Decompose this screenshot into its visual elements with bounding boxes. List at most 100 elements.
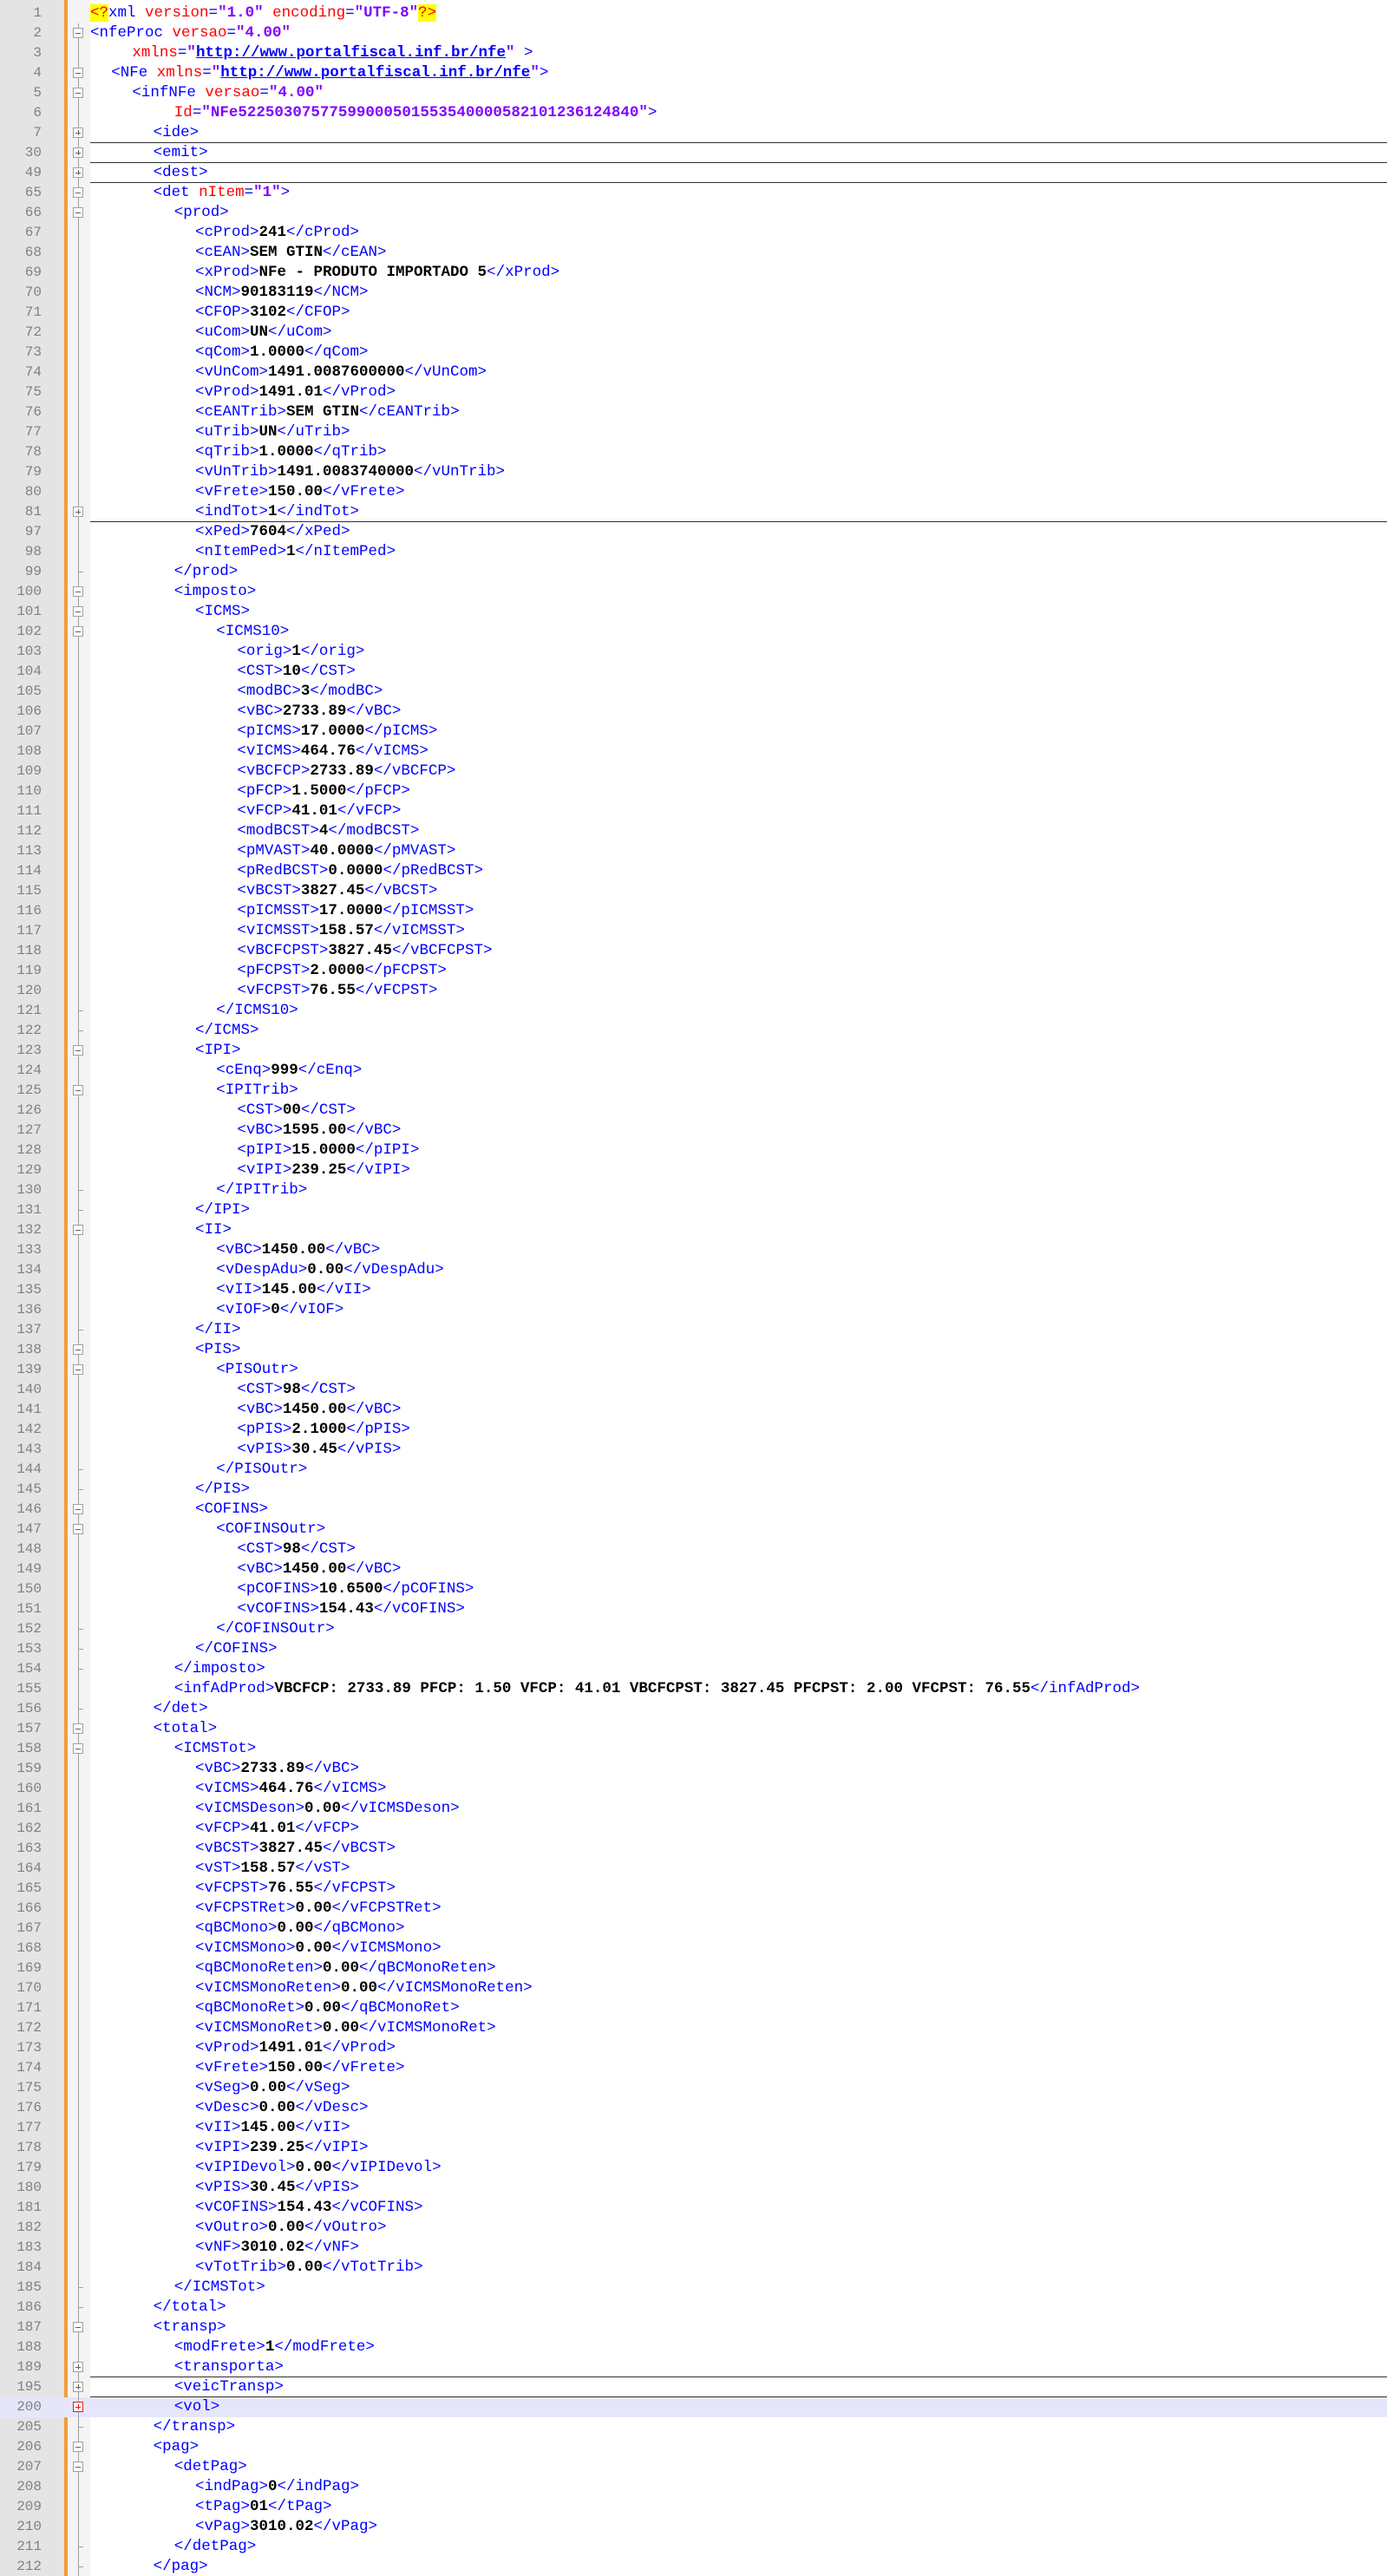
code-line[interactable]: 156 </det> — [0, 1699, 1387, 1719]
code-line[interactable]: 170 <vICMSMonoReten>0.00</vICMSMonoReten> — [0, 1978, 1387, 1998]
code-line[interactable]: 172 <vICMSMonoRet>0.00</vICMSMonoRet> — [0, 2018, 1387, 2038]
code-line[interactable]: 80 <vFrete>150.00</vFrete> — [0, 482, 1387, 502]
code-line[interactable]: 137 </II> — [0, 1320, 1387, 1340]
code-line[interactable]: 207 <detPag> — [0, 2457, 1387, 2477]
code-line[interactable]: 97 <xPed>7604</xPed> — [0, 522, 1387, 542]
code-line[interactable]: 104 <CST>10</CST> — [0, 662, 1387, 682]
code-line[interactable]: 81 <indTot>1</indTot> — [0, 502, 1387, 522]
code-line[interactable]: 2 <nfeProc versao="4.00" — [0, 23, 1387, 43]
code-line[interactable]: 115 <vBCST>3827.45</vBCST> — [0, 881, 1387, 901]
code-line[interactable]: 66 <prod> — [0, 203, 1387, 223]
code-line[interactable]: 163 <vBCST>3827.45</vBCST> — [0, 1839, 1387, 1859]
code-line[interactable]: 210 <vPag>3010.02</vPag> — [0, 2517, 1387, 2537]
code-line[interactable]: 200 <vol> — [0, 2397, 1387, 2417]
code-line[interactable]: 142 <pPIS>2.1000</pPIS> — [0, 1420, 1387, 1440]
code-line[interactable]: 160 <vICMS>464.76</vICMS> — [0, 1779, 1387, 1799]
code-line[interactable]: 175 <vSeg>0.00</vSeg> — [0, 2078, 1387, 2098]
code-line[interactable]: 178 <vIPI>239.25</vIPI> — [0, 2138, 1387, 2158]
code-line[interactable]: 166 <vFCPSTRet>0.00</vFCPSTRet> — [0, 1899, 1387, 1919]
code-line[interactable]: 119 <pFCPST>2.0000</pFCPST> — [0, 961, 1387, 981]
fold-collapse-icon[interactable] — [71, 2437, 90, 2457]
fold-collapse-icon[interactable] — [71, 622, 90, 642]
code-line[interactable]: 135 <vII>145.00</vII> — [0, 1280, 1387, 1300]
code-line[interactable]: 112 <modBCST>4</modBCST> — [0, 821, 1387, 841]
fold-expand-icon[interactable] — [71, 163, 90, 183]
code-line[interactable]: 195 <veicTransp> — [0, 2377, 1387, 2397]
code-line[interactable]: 144 </PISOutr> — [0, 1460, 1387, 1480]
fold-collapse-icon[interactable] — [71, 1340, 90, 1360]
fold-collapse-icon[interactable] — [71, 582, 90, 602]
fold-collapse-icon[interactable] — [71, 2457, 90, 2477]
fold-collapse-icon[interactable] — [71, 1500, 90, 1520]
code-line[interactable]: 134 <vDespAdu>0.00</vDespAdu> — [0, 1260, 1387, 1280]
code-line[interactable]: 71 <CFOP>3102</CFOP> — [0, 303, 1387, 323]
code-line[interactable]: 177 <vII>145.00</vII> — [0, 2118, 1387, 2138]
code-line[interactable]: 103 <orig>1</orig> — [0, 642, 1387, 662]
code-line[interactable]: 128 <pIPI>15.0000</pIPI> — [0, 1141, 1387, 1161]
fold-collapse-icon[interactable] — [71, 1719, 90, 1739]
code-line[interactable]: 70 <NCM>90183119</NCM> — [0, 283, 1387, 303]
code-line[interactable]: 69 <xProd>NFe - PRODUTO IMPORTADO 5</xPro… — [0, 263, 1387, 283]
code-line[interactable]: 184 <vTotTrib>0.00</vTotTrib> — [0, 2258, 1387, 2278]
code-line[interactable]: 130 </IPITrib> — [0, 1180, 1387, 1200]
code-line[interactable]: 152 </COFINSOutr> — [0, 1619, 1387, 1639]
fold-collapse-icon[interactable] — [71, 1081, 90, 1101]
code-line[interactable]: 73 <qCom>1.0000</qCom> — [0, 343, 1387, 363]
code-line[interactable]: 159 <vBC>2733.89</vBC> — [0, 1759, 1387, 1779]
fold-expand-icon[interactable] — [71, 2377, 90, 2397]
code-line[interactable]: 108 <vICMS>464.76</vICMS> — [0, 742, 1387, 762]
code-line[interactable]: 49 <dest> — [0, 163, 1387, 183]
code-line[interactable]: 147 <COFINSOutr> — [0, 1520, 1387, 1540]
code-line[interactable]: 143 <vPIS>30.45</vPIS> — [0, 1440, 1387, 1460]
code-line[interactable]: 179 <vIPIDevol>0.00</vIPIDevol> — [0, 2158, 1387, 2178]
code-line[interactable]: 116 <pICMSST>17.0000</pICMSST> — [0, 901, 1387, 921]
code-line[interactable]: 206 <pag> — [0, 2437, 1387, 2457]
code-line[interactable]: 99 </prod> — [0, 562, 1387, 582]
code-line[interactable]: 187 <transp> — [0, 2318, 1387, 2337]
code-line[interactable]: 117 <vICMSST>158.57</vICMSST> — [0, 921, 1387, 941]
fold-collapse-icon[interactable] — [71, 1360, 90, 1380]
code-line[interactable]: 181 <vCOFINS>154.43</vCOFINS> — [0, 2198, 1387, 2218]
code-line[interactable]: 157 <total> — [0, 1719, 1387, 1739]
code-line[interactable]: 145 </PIS> — [0, 1480, 1387, 1500]
code-line[interactable]: 107 <pICMS>17.0000</pICMS> — [0, 722, 1387, 742]
code-line[interactable]: 1 <?xml version="1.0" encoding="UTF-8"?> — [0, 3, 1387, 23]
code-line[interactable]: 133 <vBC>1450.00</vBC> — [0, 1240, 1387, 1260]
code-line[interactable]: 174 <vFrete>150.00</vFrete> — [0, 2058, 1387, 2078]
code-line[interactable]: 186 </total> — [0, 2298, 1387, 2318]
code-line[interactable]: 67 <cProd>241</cProd> — [0, 223, 1387, 243]
code-line[interactable]: 131 </IPI> — [0, 1200, 1387, 1220]
code-line[interactable]: 75 <vProd>1491.01</vProd> — [0, 382, 1387, 402]
fold-expand-icon[interactable] — [71, 143, 90, 163]
code-line[interactable]: 208 <indPag>0</indPag> — [0, 2477, 1387, 2497]
fold-expand-icon[interactable] — [71, 502, 90, 522]
code-line[interactable]: 105 <modBC>3</modBC> — [0, 682, 1387, 702]
code-line[interactable]: 110 <pFCP>1.5000</pFCP> — [0, 781, 1387, 801]
code-line[interactable]: 149 <vBC>1450.00</vBC> — [0, 1559, 1387, 1579]
code-line[interactable]: 127 <vBC>1595.00</vBC> — [0, 1121, 1387, 1141]
code-line[interactable]: 182 <vOutro>0.00</vOutro> — [0, 2218, 1387, 2238]
code-line[interactable]: 162 <vFCP>41.01</vFCP> — [0, 1819, 1387, 1839]
code-line[interactable]: 7 <ide> — [0, 123, 1387, 143]
code-line[interactable]: 150 <pCOFINS>10.6500</pCOFINS> — [0, 1579, 1387, 1599]
fold-expand-icon[interactable] — [71, 123, 90, 143]
code-line[interactable]: 139 <PISOutr> — [0, 1360, 1387, 1380]
fold-collapse-icon[interactable] — [71, 602, 90, 622]
code-line[interactable]: 79 <vUnTrib>1491.0083740000</vUnTrib> — [0, 462, 1387, 482]
code-line[interactable]: 148 <CST>98</CST> — [0, 1540, 1387, 1559]
fold-expand-icon[interactable] — [71, 2397, 90, 2417]
code-line[interactable]: 153 </COFINS> — [0, 1639, 1387, 1659]
code-line[interactable]: 3 xmlns="http://www.portalfiscal.inf.br/n… — [0, 43, 1387, 63]
code-line[interactable]: 120 <vFCPST>76.55</vFCPST> — [0, 981, 1387, 1001]
code-area[interactable]: 1 <?xml version="1.0" encoding="UTF-8"?> 2… — [0, 3, 1387, 2576]
code-line[interactable]: 122 </ICMS> — [0, 1021, 1387, 1041]
code-line[interactable]: 100 <imposto> — [0, 582, 1387, 602]
code-line[interactable]: 77 <uTrib>UN</uTrib> — [0, 422, 1387, 442]
code-line[interactable]: 185 </ICMSTot> — [0, 2278, 1387, 2298]
code-line[interactable]: 146 <COFINS> — [0, 1500, 1387, 1520]
code-line[interactable]: 6 Id="NFe52250307577599000501553540000582… — [0, 103, 1387, 123]
code-line[interactable]: 151 <vCOFINS>154.43</vCOFINS> — [0, 1599, 1387, 1619]
code-line[interactable]: 141 <vBC>1450.00</vBC> — [0, 1400, 1387, 1420]
code-line[interactable]: 125 <IPITrib> — [0, 1081, 1387, 1101]
fold-collapse-icon[interactable] — [71, 183, 90, 203]
